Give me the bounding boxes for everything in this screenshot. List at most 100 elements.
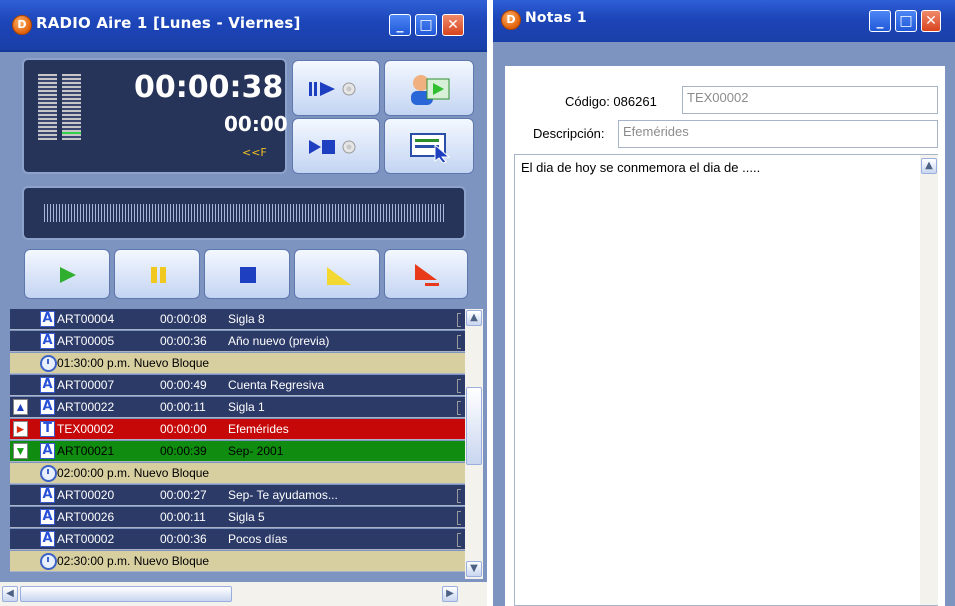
item-title: Año nuevo (previa)	[228, 334, 330, 348]
minimize-button[interactable]: _	[389, 14, 411, 36]
playlist-row[interactable]: A ART00004 00:00:08 Sigla 8	[10, 309, 465, 330]
audio-type-icon: A	[40, 311, 55, 327]
playlist-row[interactable]: ► T TEX00002 00:00:00 Efemérides	[10, 419, 465, 440]
audio-type-icon: A	[40, 377, 55, 393]
stop-button[interactable]	[204, 249, 290, 299]
notas-window: D Notas 1 _ □ ✕ Código: 086261 TEX00002 …	[493, 0, 955, 606]
text-type-icon: T	[40, 421, 55, 437]
play-icon	[60, 267, 76, 283]
row-marker	[457, 335, 461, 349]
notas-window-title: Notas 1	[525, 10, 587, 26]
item-code: ART00020	[57, 488, 115, 502]
playlist-row[interactable]: A ART00005 00:00:36 Año nuevo (previa)	[10, 331, 465, 352]
scroll-up-button[interactable]: ▲	[466, 310, 482, 326]
audio-type-icon: A	[40, 531, 55, 547]
item-title: Pocos días	[228, 532, 288, 546]
scroll-left-button[interactable]: ◀	[2, 586, 18, 602]
mode-indicator: <<F	[242, 146, 267, 159]
item-code: ART00004	[57, 312, 115, 326]
clock-icon	[40, 465, 57, 482]
descripcion-field[interactable]: Efemérides	[618, 120, 938, 148]
minimize-icon: _	[396, 17, 404, 33]
clock-icon	[40, 553, 57, 570]
playlist-row[interactable]: A ART00020 00:00:27 Sep- Te ayudamos...	[10, 485, 465, 506]
scroll-down-button[interactable]: ▼	[466, 561, 482, 577]
maximize-icon: □	[419, 17, 433, 33]
close-button[interactable]: ✕	[921, 10, 941, 32]
play-button[interactable]	[24, 249, 110, 299]
scroll-right-button[interactable]: ▶	[442, 586, 458, 602]
item-title: Cuenta Regresiva	[228, 378, 325, 392]
user-play-button[interactable]	[384, 60, 474, 116]
item-title: Sigla 1	[228, 400, 265, 414]
item-title: Sigla 5	[228, 510, 265, 524]
close-button[interactable]: ✕	[442, 14, 464, 36]
waveform-panel[interactable]	[22, 186, 466, 240]
block-label: 02:30:00 p.m. Nuevo Bloque	[57, 554, 210, 568]
waveform-bar	[44, 204, 446, 222]
app-logo-icon: D	[501, 10, 521, 30]
notas-titlebar[interactable]: D Notas 1 _ □ ✕	[493, 0, 955, 42]
chevron-down-icon: ▼	[470, 563, 478, 574]
item-code: ART00026	[57, 510, 115, 524]
stop-next-icon	[309, 140, 356, 154]
item-duration: 00:00:27	[160, 488, 207, 502]
horizontal-scroll-thumb[interactable]	[20, 586, 232, 602]
pause-icon	[151, 267, 166, 283]
row-marker	[457, 489, 461, 503]
item-code: ART00021	[57, 444, 115, 458]
arrow-right-icon: ►	[13, 421, 28, 437]
stop-next-button[interactable]	[292, 118, 380, 174]
vu-level-marker	[62, 132, 81, 134]
audio-type-icon: A	[40, 509, 55, 525]
arrow-down-icon: ▼	[13, 443, 28, 459]
block-row[interactable]: 01:30:00 p.m. Nuevo Bloque	[10, 353, 465, 374]
item-title: Sep- Te ayudamos...	[228, 488, 338, 502]
notas-form: Código: 086261 TEX00002 Descripción: Efe…	[505, 66, 945, 606]
memo-text: El dia de hoy se conmemora el dia de ...…	[521, 160, 761, 175]
item-duration: 00:00:08	[160, 312, 207, 326]
minimize-button[interactable]: _	[869, 10, 891, 32]
memo-textarea[interactable]: El dia de hoy se conmemora el dia de ...…	[514, 154, 938, 606]
scroll-thumb[interactable]	[466, 387, 482, 465]
pause-button[interactable]	[114, 249, 200, 299]
playlist-row[interactable]: ▲ A ART00022 00:00:11 Sigla 1	[10, 397, 465, 418]
row-marker	[457, 511, 461, 525]
playlist-row[interactable]: ▼ A ART00021 00:00:39 Sep- 2001	[10, 441, 465, 462]
item-duration: 00:00:49	[160, 378, 207, 392]
item-duration: 00:00:11	[160, 400, 206, 414]
fade-stop-icon	[415, 264, 439, 286]
row-marker	[457, 313, 461, 327]
block-row[interactable]: 02:30:00 p.m. Nuevo Bloque	[10, 551, 465, 572]
pause-next-button[interactable]	[292, 60, 380, 116]
close-icon: ✕	[447, 17, 459, 33]
playlist-horizontal-scrollbar[interactable]: ◀ ▶	[0, 582, 487, 606]
item-code: ART00022	[57, 400, 115, 414]
item-duration: 00:00:00	[160, 422, 207, 436]
memo-scrollbar[interactable]: ▲	[920, 155, 938, 605]
item-title: Sigla 8	[228, 312, 265, 326]
chevron-up-icon: ▲	[925, 160, 933, 171]
fade-stop-button[interactable]	[384, 249, 468, 299]
playlist[interactable]: A ART00004 00:00:08 Sigla 8 A ART00005 00:00:3…	[10, 309, 465, 579]
pause-next-icon	[309, 82, 356, 96]
maximize-button[interactable]: □	[895, 10, 917, 32]
row-marker	[457, 401, 461, 415]
maximize-button[interactable]: □	[415, 14, 437, 36]
playlist-row[interactable]: A ART00026 00:00:11 Sigla 5	[10, 507, 465, 528]
playlist-vertical-scrollbar[interactable]: ▲ ▼	[465, 309, 483, 579]
playlist-row[interactable]: A ART00007 00:00:49 Cuenta Regresiva	[10, 375, 465, 396]
select-item-button[interactable]	[384, 118, 474, 174]
memo-scroll-up-button[interactable]: ▲	[921, 158, 937, 174]
row-marker	[457, 379, 461, 393]
cursor-select-icon	[410, 133, 451, 163]
descripcion-label: Descripción:	[533, 126, 605, 141]
radio-titlebar[interactable]: D RADIO Aire 1 [Lunes - Viernes] _ □ ✕	[0, 0, 487, 52]
codigo-field[interactable]: TEX00002	[682, 86, 938, 114]
minimize-icon: _	[876, 13, 884, 29]
close-icon: ✕	[925, 13, 937, 29]
playlist-row[interactable]: A ART00002 00:00:36 Pocos días	[10, 529, 465, 550]
fade-button[interactable]	[294, 249, 380, 299]
radio-window: D RADIO Aire 1 [Lunes - Viernes] _ □ ✕ 0…	[0, 0, 487, 606]
block-row[interactable]: 02:00:00 p.m. Nuevo Bloque	[10, 463, 465, 484]
